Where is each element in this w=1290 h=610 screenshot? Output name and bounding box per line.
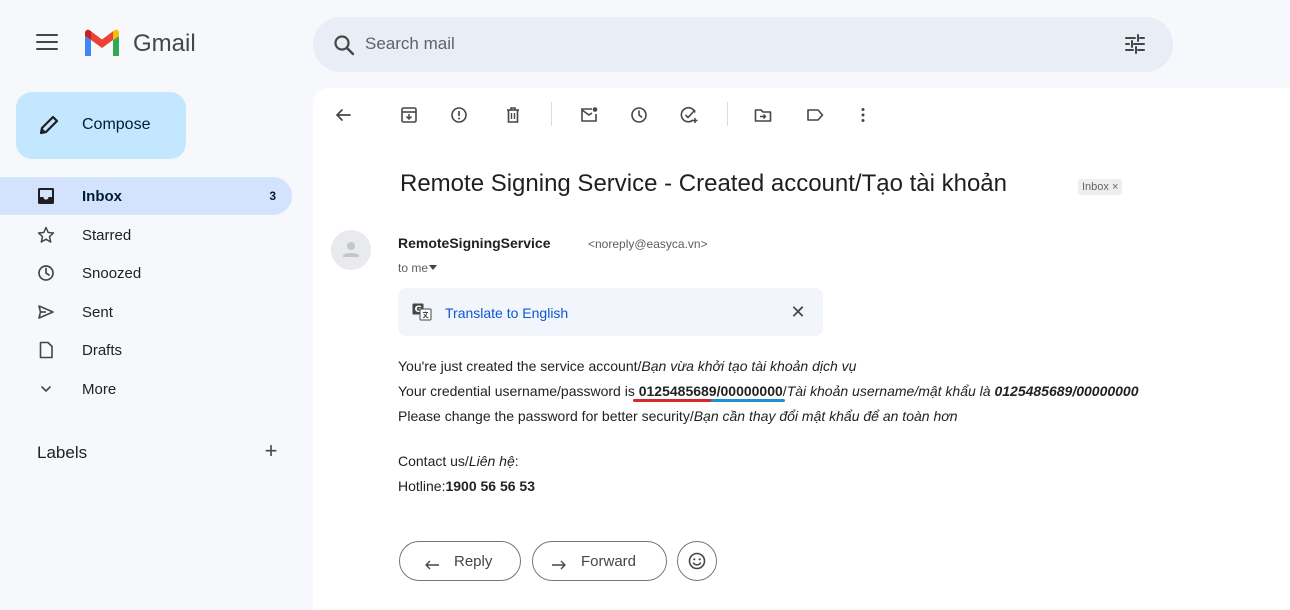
forward-button[interactable]: Forward xyxy=(532,541,667,581)
clock-icon xyxy=(38,265,54,281)
sidebar-nav: Inbox 3 Starred Snoozed Sent Drafts More xyxy=(0,177,292,408)
sender-name: RemoteSigningService xyxy=(398,235,551,251)
translate-bar: G Translate to English ✕ xyxy=(398,288,823,336)
body-text: / xyxy=(716,383,721,399)
body-line-2: Your credential username/password is 012… xyxy=(398,383,1139,399)
compose-label: Compose xyxy=(82,116,151,133)
pencil-icon xyxy=(39,115,59,135)
sidebar-item-label: Drafts xyxy=(82,342,123,359)
forward-label: Forward xyxy=(581,553,637,570)
recipient-details-dropdown-icon[interactable] xyxy=(429,265,437,270)
emoji-reaction-button[interactable] xyxy=(677,541,717,581)
search-bar[interactable] xyxy=(313,17,1173,72)
hotline-number: 1900 56 56 53 xyxy=(445,478,535,494)
sidebar-item-drafts[interactable]: Drafts xyxy=(0,331,292,369)
sidebar-item-snoozed[interactable]: Snoozed xyxy=(0,254,292,292)
body-text: Please change the password for better se… xyxy=(398,408,694,424)
archive-icon[interactable] xyxy=(399,105,419,125)
gmail-app: Gmail Compose xyxy=(0,0,1290,610)
toolbar-divider xyxy=(551,102,552,126)
body-line-5: Hotline:1900 56 56 53 xyxy=(398,478,535,494)
body-line-4: Contact us/Liên hệ: xyxy=(398,453,519,469)
mark-unread-icon[interactable] xyxy=(579,105,599,125)
close-translate-button[interactable]: ✕ xyxy=(788,302,808,322)
move-to-icon[interactable] xyxy=(753,105,773,125)
avatar[interactable] xyxy=(331,230,371,270)
body-text: Hotline: xyxy=(398,478,446,494)
chevron-down-icon xyxy=(41,385,51,392)
forward-icon xyxy=(552,560,566,570)
reply-icon xyxy=(425,560,439,570)
sidebar-item-label: Starred xyxy=(82,226,132,244)
smiley-icon xyxy=(688,552,706,570)
body-text: Your credential username/password is xyxy=(398,383,639,399)
app-name: Gmail xyxy=(133,30,196,57)
search-input[interactable] xyxy=(365,27,1065,61)
body-text: : xyxy=(514,453,519,469)
inbox-icon xyxy=(38,188,54,204)
body-text: Liên hệ xyxy=(468,453,515,469)
body-line-1: You're just created the service account/… xyxy=(398,358,856,374)
unread-count: 3 xyxy=(269,189,276,203)
credential-password: 00000000 xyxy=(720,383,783,399)
star-icon xyxy=(37,226,55,243)
search-options-icon[interactable] xyxy=(1123,33,1147,55)
back-arrow-icon[interactable] xyxy=(333,105,353,125)
sidebar-item-label: Snoozed xyxy=(82,265,142,282)
top-bar: Gmail xyxy=(0,0,1290,88)
person-icon xyxy=(343,242,359,257)
sidebar-item-sent[interactable]: Sent xyxy=(0,293,292,331)
search-icon[interactable] xyxy=(333,34,355,56)
label-icon[interactable] xyxy=(805,105,825,125)
recipient-details[interactable]: to me xyxy=(398,261,428,275)
add-label-button[interactable]: + xyxy=(261,440,281,462)
body-text: Tài khoản username/mật khẩu là xyxy=(786,383,995,399)
message-view: Remote Signing Service - Created account… xyxy=(313,88,1290,610)
email-subject: Remote Signing Service - Created account… xyxy=(400,170,1007,197)
credential-repeat: 0125485689/00000000 xyxy=(994,383,1139,399)
translate-icon: G xyxy=(412,303,432,321)
body-text: You're just created the service account/ xyxy=(398,358,642,374)
sidebar-item-label: Inbox xyxy=(82,188,122,205)
body-text: Bạn vừa khởi tạo tài khoản dịch vụ xyxy=(641,358,857,374)
add-task-icon[interactable] xyxy=(679,105,699,125)
delete-icon[interactable] xyxy=(503,105,523,125)
gmail-logo-icon[interactable] xyxy=(82,28,122,58)
sidebar-item-label: More xyxy=(82,380,117,398)
body-text: Contact us/ xyxy=(398,453,469,469)
reply-label: Reply xyxy=(454,553,493,570)
main-menu-icon[interactable] xyxy=(36,34,58,52)
sender-email: <noreply@easyca.vn> xyxy=(588,237,708,251)
body-text: Bạn cần thay đổi mật khẩu để an toàn hơn xyxy=(693,408,958,424)
reply-button[interactable]: Reply xyxy=(399,541,521,581)
report-spam-icon[interactable] xyxy=(449,105,469,125)
sidebar-item-starred[interactable]: Starred xyxy=(0,216,292,254)
draft-icon xyxy=(39,341,53,359)
body-line-3: Please change the password for better se… xyxy=(398,408,957,424)
inbox-label-chip[interactable]: Inbox × xyxy=(1078,179,1123,195)
send-icon xyxy=(38,304,54,319)
toolbar-divider xyxy=(727,102,728,126)
snooze-icon[interactable] xyxy=(629,105,649,125)
sidebar-item-more[interactable]: More xyxy=(0,370,292,408)
credential-username: 0125485689 xyxy=(638,383,717,399)
more-options-icon[interactable] xyxy=(853,105,873,125)
labels-heading: Labels xyxy=(37,443,88,462)
compose-button[interactable]: Compose xyxy=(16,92,186,159)
sidebar-item-label: Sent xyxy=(82,303,113,321)
translate-link[interactable]: Translate to English xyxy=(445,305,568,321)
sidebar-item-inbox[interactable]: Inbox 3 xyxy=(0,177,292,215)
